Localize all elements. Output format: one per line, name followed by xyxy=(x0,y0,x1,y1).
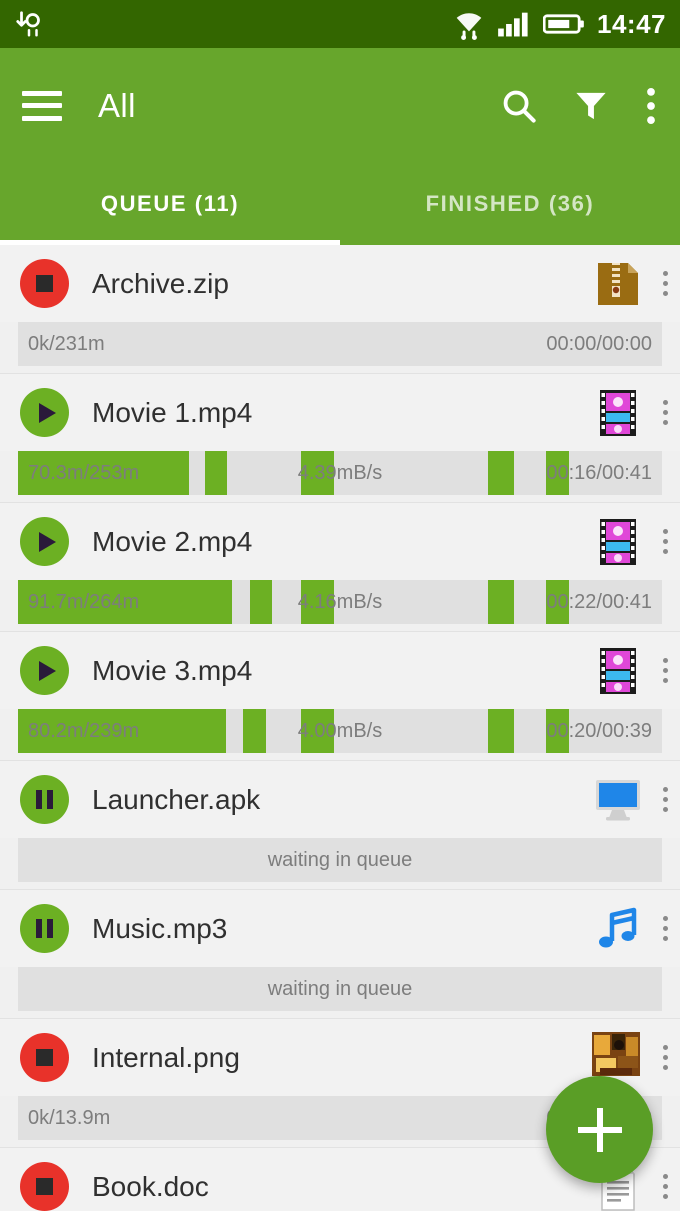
download-filename: Book.doc xyxy=(92,1170,209,1202)
progress-strip: 0k/231m 00:00/00:00 xyxy=(18,322,662,366)
download-filename: Movie 2.mp4 xyxy=(92,525,253,557)
transfer-icon xyxy=(16,11,40,37)
search-icon[interactable] xyxy=(500,87,538,125)
pause-bars-icon xyxy=(36,919,53,938)
download-state-button[interactable] xyxy=(20,646,69,695)
row-overflow-menu-icon[interactable] xyxy=(650,632,680,709)
status-bar-right: 14:47 xyxy=(453,8,666,40)
download-row[interactable]: Movie 3.mp4 80.2m/239m 4.00mB/s 00:20/00:39 xyxy=(0,632,680,761)
download-state-button[interactable] xyxy=(20,1162,69,1211)
download-time-text: 00:22/00:41 xyxy=(546,590,652,613)
download-status-text: waiting in queue xyxy=(267,977,413,1000)
tab-queue[interactable]: QUEUE (11) xyxy=(0,163,340,245)
wifi-signal-icon xyxy=(456,13,482,40)
battery-icon xyxy=(543,14,584,34)
download-row[interactable]: Archive.zip 0k/231m 00:00/00:00 xyxy=(0,245,680,374)
video-file-icon xyxy=(592,645,644,697)
stop-square-icon xyxy=(36,1178,53,1195)
download-row-main[interactable]: Movie 2.mp4 xyxy=(0,503,680,580)
download-row-main[interactable]: Movie 1.mp4 xyxy=(0,374,680,451)
download-row-main[interactable]: Launcher.apk xyxy=(0,761,680,838)
play-triangle-icon xyxy=(38,531,56,552)
add-download-fab[interactable] xyxy=(546,1076,653,1183)
download-state-button[interactable] xyxy=(20,517,69,566)
download-state-button[interactable] xyxy=(20,388,69,437)
status-strip: waiting in queue xyxy=(18,838,662,882)
zip-file-icon xyxy=(592,258,644,310)
progress-strip: 70.3m/253m 4.39mB/s 00:16/00:41 xyxy=(18,451,662,495)
overflow-menu-icon[interactable] xyxy=(644,86,658,126)
status-bar-left xyxy=(14,9,453,39)
row-overflow-menu-icon[interactable] xyxy=(650,761,680,838)
row-overflow-menu-icon[interactable] xyxy=(650,1019,680,1096)
video-file-icon xyxy=(592,516,644,568)
tab-queue-label: QUEUE (11) xyxy=(100,191,240,216)
tab-finished[interactable]: FINISHED (36) xyxy=(340,163,680,245)
signal-bars-icon xyxy=(498,12,528,37)
play-triangle-icon xyxy=(38,660,56,681)
hamburger-menu-icon[interactable] xyxy=(22,90,62,121)
download-state-button[interactable] xyxy=(20,904,69,953)
tab-bar: QUEUE (11) FINISHED (36) xyxy=(0,163,680,245)
download-row[interactable]: Movie 1.mp4 70.3m/253m 4.39mB/s 00:16/00:41 xyxy=(0,374,680,503)
pause-bars-icon xyxy=(36,790,53,809)
download-row[interactable]: Music.mp3 waiting in queue xyxy=(0,890,680,1019)
app-bar-actions xyxy=(500,86,658,126)
row-overflow-menu-icon[interactable] xyxy=(650,503,680,580)
download-state-button[interactable] xyxy=(20,1033,69,1082)
download-filename: Launcher.apk xyxy=(92,783,261,815)
download-row-main[interactable]: Music.mp3 xyxy=(0,890,680,967)
row-overflow-menu-icon[interactable] xyxy=(650,1148,680,1211)
download-row-main[interactable]: Archive.zip xyxy=(0,245,680,322)
status-bar: 14:47 xyxy=(0,0,680,48)
download-size-text: 0k/231m xyxy=(28,332,105,355)
download-filename: Music.mp3 xyxy=(92,912,228,944)
download-filename: Movie 3.mp4 xyxy=(92,654,253,686)
filter-icon[interactable] xyxy=(572,87,610,125)
plus-icon-vertical xyxy=(596,1107,603,1152)
download-time-text: 00:00/00:00 xyxy=(546,332,652,355)
download-filename: Archive.zip xyxy=(92,267,229,299)
download-row[interactable]: Movie 2.mp4 91.7m/264m 4.16mB/s 00:22/00:41 xyxy=(0,503,680,632)
status-strip: waiting in queue xyxy=(18,967,662,1011)
tab-finished-label: FINISHED (36) xyxy=(425,191,595,216)
progress-strip: 80.2m/239m 4.00mB/s 00:20/00:39 xyxy=(18,709,662,753)
status-bar-clock: 14:47 xyxy=(597,8,666,39)
download-time-text: 00:16/00:41 xyxy=(546,461,652,484)
video-file-icon xyxy=(592,387,644,439)
stop-square-icon xyxy=(36,1049,53,1066)
page-title: All xyxy=(98,86,136,124)
download-filename: Internal.png xyxy=(92,1041,240,1073)
play-triangle-icon xyxy=(38,402,56,423)
download-filename: Movie 1.mp4 xyxy=(92,396,253,428)
app-root: 14:47 All QUEUE (11) FINISHED (36) Archi… xyxy=(0,0,680,1211)
audio-file-icon xyxy=(592,903,644,955)
download-status-text: waiting in queue xyxy=(267,848,413,871)
stop-square-icon xyxy=(36,275,53,292)
download-size-text: 0k/13.9m xyxy=(28,1106,111,1129)
download-time-text: 00:20/00:39 xyxy=(546,719,652,742)
row-overflow-menu-icon[interactable] xyxy=(650,245,680,322)
row-overflow-menu-icon[interactable] xyxy=(650,374,680,451)
apk-file-icon xyxy=(592,774,644,826)
download-state-button[interactable] xyxy=(20,775,69,824)
app-bar: All xyxy=(0,48,680,163)
progress-strip: 91.7m/264m 4.16mB/s 00:22/00:41 xyxy=(18,580,662,624)
download-list[interactable]: Archive.zip 0k/231m 00:00/00:00 Movie 1.mp4… xyxy=(0,245,680,1211)
download-row-main[interactable]: Movie 3.mp4 xyxy=(0,632,680,709)
download-row[interactable]: Launcher.apk waiting in queue xyxy=(0,761,680,890)
download-state-button[interactable] xyxy=(20,259,69,308)
row-overflow-menu-icon[interactable] xyxy=(650,890,680,967)
